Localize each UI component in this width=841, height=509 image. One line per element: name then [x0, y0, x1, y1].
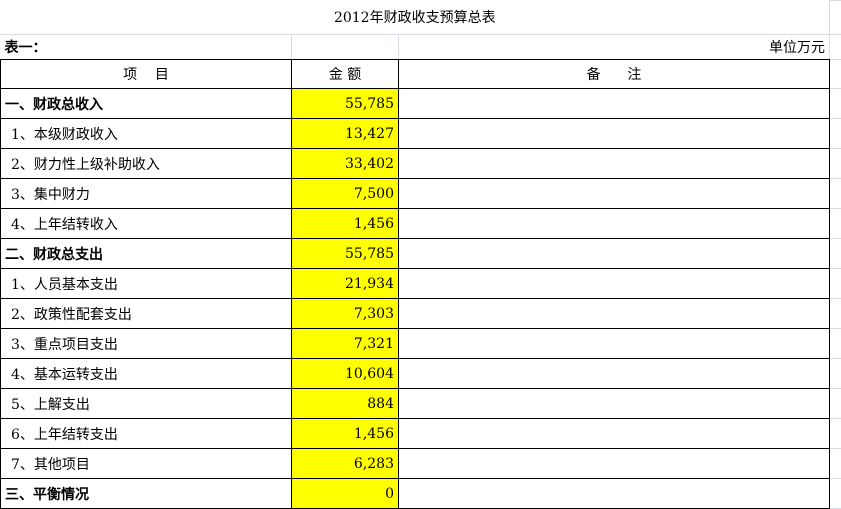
row-remark-cell[interactable]	[397, 88, 831, 119]
table-row: 2、财力性上级补助收入 33,402	[0, 148, 841, 179]
table-row: 5、上解支出 884	[0, 388, 841, 419]
budget-table: 2012年财政收支预算总表 表一： 单位万元 项 目 金 额 备 注 一、财政总…	[0, 0, 841, 509]
row-amount-cell[interactable]: 7,321	[291, 328, 399, 359]
spreadsheet: 2012年财政收支预算总表 表一： 单位万元 项 目 金 额 备 注 一、财政总…	[0, 0, 841, 509]
row-amount-cell[interactable]: 7,303	[291, 298, 399, 329]
empty-cell[interactable]	[829, 34, 841, 60]
row-item-cell[interactable]: 4、上年结转收入	[0, 208, 292, 239]
header-row: 项 目 金 额 备 注	[0, 59, 841, 89]
table-row: 4、上年结转收入 1,456	[0, 208, 841, 239]
row-remark-cell[interactable]	[397, 208, 831, 239]
table-row: 4、基本运转支出 10,604	[0, 358, 841, 389]
table-row: 1、人员基本支出 21,934	[0, 268, 841, 299]
row-amount-cell[interactable]: 55,785	[291, 88, 399, 119]
table-row: 3、重点项目支出 7,321	[0, 328, 841, 359]
header-remark[interactable]: 备 注	[397, 59, 831, 89]
row-item-cell[interactable]: 2、财力性上级补助收入	[0, 148, 292, 179]
table-label-cell[interactable]: 表一：	[0, 34, 292, 60]
empty-cell[interactable]	[829, 178, 841, 209]
table-row: 一、财政总收入 55,785	[0, 88, 841, 119]
row-remark-cell[interactable]	[397, 148, 831, 179]
table-row: 6、上年结转支出 1,456	[0, 418, 841, 449]
table-row: 7、其他项目 6,283	[0, 448, 841, 479]
table-row: 三、平衡情况 0	[0, 478, 841, 509]
title-row: 2012年财政收支预算总表	[0, 0, 841, 35]
empty-cell[interactable]	[829, 388, 841, 419]
row-item-cell[interactable]: 4、基本运转支出	[0, 358, 292, 389]
empty-cell[interactable]	[829, 268, 841, 299]
empty-cell[interactable]	[291, 34, 399, 60]
row-item-cell[interactable]: 2、政策性配套支出	[0, 298, 292, 329]
row-amount-cell[interactable]: 0	[291, 478, 399, 509]
row-item-cell[interactable]: 3、集中财力	[0, 178, 292, 209]
empty-cell[interactable]	[829, 208, 841, 239]
empty-cell[interactable]	[829, 478, 841, 509]
empty-cell[interactable]	[829, 59, 841, 89]
empty-cell[interactable]	[829, 358, 841, 389]
row-remark-cell[interactable]	[397, 328, 831, 359]
empty-cell[interactable]	[829, 0, 841, 35]
row-amount-cell[interactable]: 10,604	[291, 358, 399, 389]
row-amount-cell[interactable]: 1,456	[291, 208, 399, 239]
header-amount[interactable]: 金 额	[291, 59, 399, 89]
header-item[interactable]: 项 目	[0, 59, 292, 89]
row-remark-cell[interactable]	[397, 118, 831, 149]
empty-cell[interactable]	[829, 448, 841, 479]
row-item-cell[interactable]: 6、上年结转支出	[0, 418, 292, 449]
row-remark-cell[interactable]	[397, 478, 831, 509]
empty-cell[interactable]	[829, 238, 841, 269]
row-remark-cell[interactable]	[397, 178, 831, 209]
row-item-cell[interactable]: 二、财政总支出	[0, 238, 292, 269]
table-row: 3、集中财力 7,500	[0, 178, 841, 209]
row-amount-cell[interactable]: 6,283	[291, 448, 399, 479]
row-remark-cell[interactable]	[397, 268, 831, 299]
row-item-cell[interactable]: 7、其他项目	[0, 448, 292, 479]
row-amount-cell[interactable]: 7,500	[291, 178, 399, 209]
table-row: 1、本级财政收入 13,427	[0, 118, 841, 149]
empty-cell[interactable]	[829, 298, 841, 329]
row-remark-cell[interactable]	[397, 238, 831, 269]
row-item-cell[interactable]: 5、上解支出	[0, 388, 292, 419]
row-remark-cell[interactable]	[397, 448, 831, 479]
empty-cell[interactable]	[829, 418, 841, 449]
row-remark-cell[interactable]	[397, 358, 831, 389]
row-amount-cell[interactable]: 55,785	[291, 238, 399, 269]
row-amount-cell[interactable]: 21,934	[291, 268, 399, 299]
table-row: 2、政策性配套支出 7,303	[0, 298, 841, 329]
row-item-cell[interactable]: 1、人员基本支出	[0, 268, 292, 299]
row-item-cell[interactable]: 三、平衡情况	[0, 478, 292, 509]
row-amount-cell[interactable]: 884	[291, 388, 399, 419]
row-remark-cell[interactable]	[397, 298, 831, 329]
row-remark-cell[interactable]	[397, 388, 831, 419]
row-item-cell[interactable]: 1、本级财政收入	[0, 118, 292, 149]
empty-cell[interactable]	[829, 328, 841, 359]
subheader-row: 表一： 单位万元	[0, 34, 841, 60]
row-item-cell[interactable]: 3、重点项目支出	[0, 328, 292, 359]
empty-cell[interactable]	[829, 148, 841, 179]
empty-cell[interactable]	[829, 118, 841, 149]
unit-cell[interactable]: 单位万元	[398, 34, 831, 60]
table-title[interactable]: 2012年财政收支预算总表	[0, 0, 830, 35]
empty-cell[interactable]	[829, 88, 841, 119]
row-amount-cell[interactable]: 13,427	[291, 118, 399, 149]
row-amount-cell[interactable]: 33,402	[291, 148, 399, 179]
table-row: 二、财政总支出 55,785	[0, 238, 841, 269]
row-remark-cell[interactable]	[397, 418, 831, 449]
row-amount-cell[interactable]: 1,456	[291, 418, 399, 449]
row-item-cell[interactable]: 一、财政总收入	[0, 88, 292, 119]
